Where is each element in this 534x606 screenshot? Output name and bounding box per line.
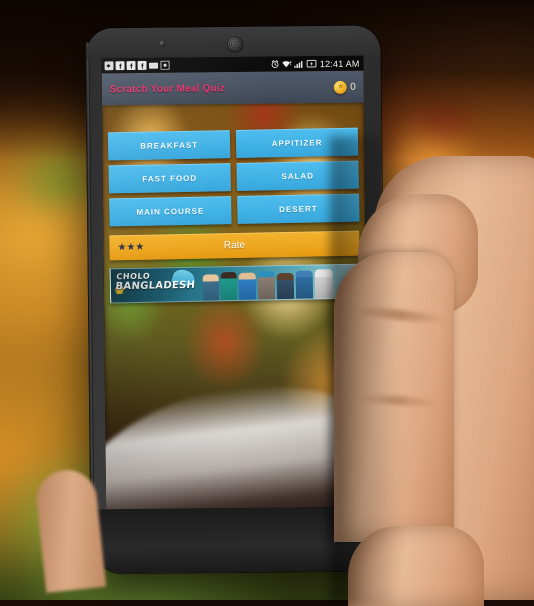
phone-screen: 12:41 AM Scratch Your Meal Quiz ★ 0 BREA…: [101, 55, 369, 510]
app-content: Scratch Your Meal Quiz ★ 0 BREAKFAST APP…: [101, 70, 369, 510]
category-button-fast-food[interactable]: FAST FOOD: [108, 163, 231, 194]
screenshot-icon: [160, 60, 170, 70]
category-button-salad[interactable]: SALAD: [236, 160, 359, 191]
page-title: Scratch Your Meal Quiz: [109, 82, 226, 95]
wifi-icon: [282, 59, 292, 68]
facebook-icon-3: [137, 60, 147, 71]
category-button-main-course[interactable]: MAIN COURSE: [109, 196, 232, 227]
facebook-icon-1: [115, 61, 125, 71]
phone-bottom-bezel: [91, 506, 386, 574]
battery-charging-icon: [306, 59, 317, 68]
phone-top-bezel: [86, 25, 381, 59]
status-bar-system-icons: 12:41 AM: [271, 58, 361, 69]
gallery-icon: [148, 61, 159, 70]
category-button-appitizer[interactable]: APPITIZER: [235, 127, 359, 158]
ad-gradient-overlay: [110, 264, 360, 303]
category-button-grid: BREAKFAST APPITIZER FAST FOOD SALAD MAIN…: [107, 127, 360, 227]
rate-label: Rate: [223, 239, 246, 252]
app-header-bar: Scratch Your Meal Quiz ★ 0: [101, 70, 364, 106]
phone-device: 12:41 AM Scratch Your Meal Quiz ★ 0 BREA…: [85, 25, 386, 574]
signal-icon: [294, 59, 305, 68]
status-bar-clock: 12:41 AM: [319, 58, 360, 69]
category-button-desert[interactable]: DESERT: [237, 193, 360, 224]
back-arrow-icon: [104, 61, 114, 71]
ad-banner[interactable]: CHOLO BANGLADESH: [109, 263, 361, 304]
status-bar-notifications: [104, 60, 170, 71]
coin-count: 0: [350, 81, 356, 93]
coin-star-icon: ★: [334, 80, 348, 94]
coin-balance[interactable]: ★ 0: [334, 80, 356, 94]
rate-button[interactable]: ★★★ Rate: [109, 230, 360, 261]
earpiece-speaker-icon: [226, 35, 244, 54]
alarm-icon: [271, 60, 280, 69]
facebook-icon-2: [126, 61, 136, 71]
camera-icon: [159, 40, 166, 47]
category-button-breakfast[interactable]: BREAKFAST: [107, 130, 231, 161]
